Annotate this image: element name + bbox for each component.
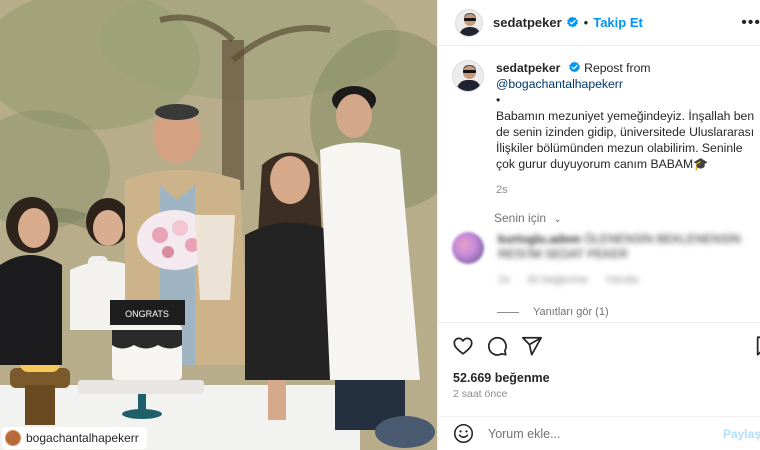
header-separator: • [583,15,589,30]
tag-avatar [5,430,21,446]
commenter-username[interactable]: kurtoglu.adem [498,232,581,246]
comment-filter-dropdown[interactable]: Senin için ⌄ [494,211,562,225]
post-photo[interactable]: ONGRATS bogachantalhapekerr [0,0,437,450]
add-comment-bar: Paylaş [438,416,760,450]
photo-illustration: ONGRATS [0,0,437,450]
caption-username[interactable]: sedatpeker [496,61,560,75]
post-caption: sedatpeker Repost from @bogachantalhapek… [452,60,757,198]
caption-text: Babamın mezuniyet yemeğindeyiz. İnşallah… [496,109,755,171]
comment-likes[interactable]: 30 beğenme [527,274,588,286]
post-comment-button[interactable]: Paylaş [723,427,760,441]
more-options-icon[interactable]: ••• [741,14,760,32]
bookmark-icon[interactable] [754,335,760,357]
comment-item: kurtoglu.adem ÖLENENSİN BEKLENENSİN REİS… [452,232,757,288]
photo-user-tag[interactable]: bogachantalhapekerr [2,427,147,449]
repost-label: Repost from [584,61,651,75]
caption-bullet: • [496,93,501,107]
comment-icon[interactable] [486,335,508,357]
replies-divider [497,311,519,313]
caption-verified-badge-icon [568,61,580,73]
view-replies-button[interactable]: Yanıtları gör (1) [497,306,609,318]
comment-input[interactable] [488,426,718,441]
share-icon[interactable] [521,335,543,357]
author-avatar[interactable] [455,8,483,37]
author-username[interactable]: sedatpeker [493,15,562,30]
post-header: sedatpeker • Takip Et ••• [438,0,760,46]
action-bar [438,322,760,368]
emoji-icon[interactable] [453,423,474,444]
comment-filter-label: Senin için [494,211,547,225]
post-sidebar: sedatpeker • Takip Et ••• sedatpeker Rep… [437,0,760,450]
view-replies-label: Yanıtları gör (1) [533,306,609,318]
like-count[interactable]: 52.669 beğenme [453,371,550,385]
comment-time: 2s [498,274,510,286]
heart-icon[interactable] [452,335,474,357]
post-time[interactable]: 2 saat önce [453,388,507,400]
follow-button[interactable]: Takip Et [593,15,643,30]
caption-author-avatar[interactable] [452,60,484,92]
repost-mention-link[interactable]: @bogachantalhapekerr [496,76,757,92]
verified-badge-icon [566,16,578,28]
chevron-down-icon: ⌄ [553,214,562,225]
cake-topper-text: ONGRATS [125,309,169,319]
caption-time[interactable]: 2s [496,182,757,198]
tag-username: bogachantalhapekerr [26,431,139,445]
comment-reply-button[interactable]: Yanıtla [605,274,638,286]
commenter-avatar[interactable] [452,232,484,264]
